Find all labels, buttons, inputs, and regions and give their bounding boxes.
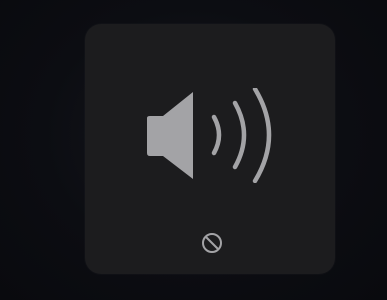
no-entry-icon [202,233,222,253]
speaker-volume-icon [147,88,272,183]
volume-hud [85,24,335,274]
